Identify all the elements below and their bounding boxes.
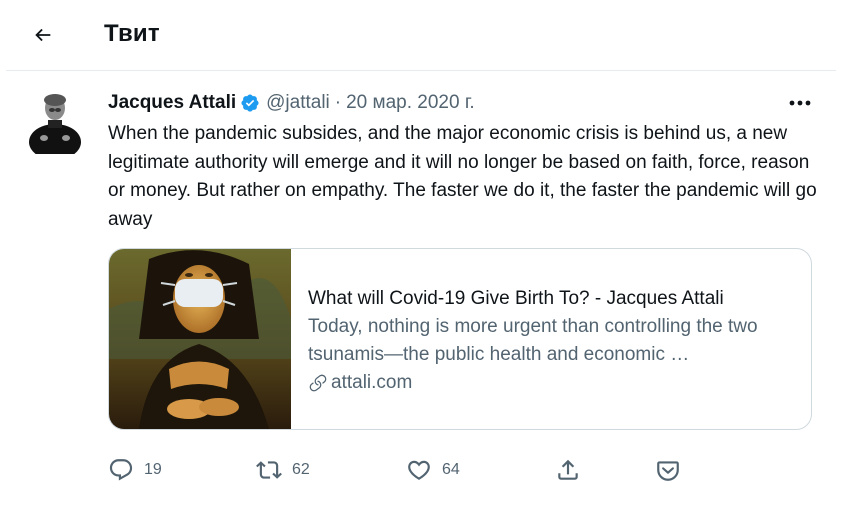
heart-icon [406,457,432,483]
card-description: Today, nothing is more urgent than contr… [308,316,758,365]
share-icon [555,457,581,483]
action-bar: 19 62 64 [0,452,850,488]
retweet-icon [256,457,282,483]
more-button[interactable] [786,96,814,110]
header-divider [6,70,836,71]
share-button[interactable] [555,452,581,488]
retweet-button[interactable]: 62 [256,452,310,488]
link-icon [308,373,328,393]
link-card[interactable]: What will Covid-19 Give Birth To? - Jacq… [108,248,812,430]
author-handle[interactable]: @jattali [266,92,330,114]
separator-dot: · [334,92,342,113]
card-domain: attali.com [308,369,788,397]
avatar[interactable] [26,88,84,154]
like-button[interactable]: 64 [406,452,460,488]
page-title: Твит [104,20,160,47]
reply-button[interactable]: 19 [108,452,162,488]
author-name[interactable]: Jacques Attali [108,92,236,114]
card-image [109,249,291,429]
tweet-text: When the pandemic subsides, and the majo… [108,123,817,230]
tip-icon [655,457,681,483]
retweet-count: 62 [292,461,310,478]
tweet-date[interactable]: 20 мар. 2020 г. [346,92,475,114]
card-body: What will Covid-19 Give Birth To? - Jacq… [291,249,788,429]
tweet-header: Jacques Attali @jattali · 20 мар. 2020 г… [108,90,475,116]
back-button[interactable] [28,20,58,50]
reply-icon [108,457,134,483]
top-bar: Твит [0,0,850,70]
arrow-left-icon [35,28,51,42]
card-domain-text: attali.com [331,372,413,393]
more-horizontal-icon [789,100,811,106]
tip-button[interactable] [655,452,681,488]
card-title: What will Covid-19 Give Birth To? - Jacq… [308,288,724,309]
like-count: 64 [442,461,460,478]
verified-badge-icon [240,93,260,113]
reply-count: 19 [144,461,162,478]
